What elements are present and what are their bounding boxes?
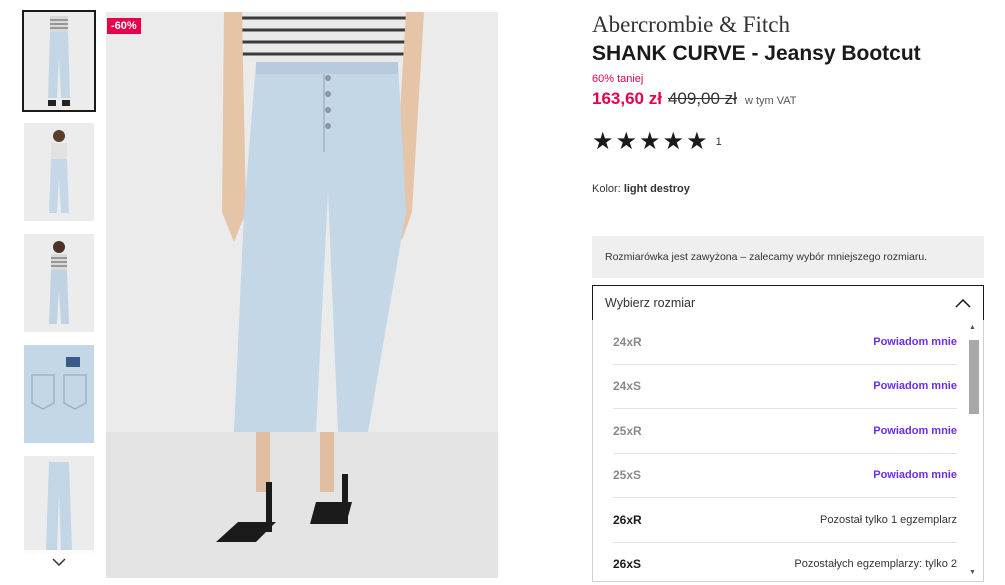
size-dropdown-list: 24xR Powiadom mnie 24xS Powiadom mnie 25… <box>592 320 984 582</box>
stock-info: Pozostał tylko 1 egzemplarz <box>820 513 957 526</box>
size-notice: Rozmiarówka jest zawyżona – zalecamy wyb… <box>592 236 984 278</box>
rating-count: 1 <box>715 136 722 148</box>
size-option[interactable]: 25xR Powiadom mnie <box>613 409 957 454</box>
thumbnail-1[interactable] <box>22 10 96 112</box>
size-option[interactable]: 26xS Pozostałych egzemplarzy: tylko 2 <box>613 543 957 582</box>
size-label: 25xS <box>613 468 642 483</box>
color-label: Kolor: <box>592 183 621 195</box>
price-row: 163,60 zł 409,00 zł w tym VAT <box>592 89 797 109</box>
discount-text: 60% taniej <box>592 73 644 85</box>
size-option[interactable]: 25xS Powiadom mnie <box>613 454 957 498</box>
size-option[interactable]: 26xR Pozostał tylko 1 egzemplarz <box>613 498 957 543</box>
size-label: 24xR <box>613 334 642 349</box>
current-price: 163,60 zł <box>592 89 662 108</box>
thumbnail-5[interactable] <box>24 456 94 554</box>
star-icon: ★ <box>592 128 614 155</box>
size-label: 26xS <box>613 557 642 572</box>
thumbnail-2[interactable] <box>24 123 94 221</box>
size-select[interactable]: Wybierz rozmiar <box>592 285 984 321</box>
thumbnail-4[interactable] <box>24 345 94 443</box>
thumbnails-scroll-down-button[interactable] <box>24 550 94 574</box>
size-label: 24xS <box>613 379 642 394</box>
star-icon: ★ <box>686 128 708 155</box>
star-icon: ★ <box>639 128 661 155</box>
size-select-placeholder: Wybierz rozmiar <box>605 296 696 310</box>
rating[interactable]: ★ ★ ★ ★ ★ 1 <box>592 130 722 154</box>
size-option[interactable]: 24xR Powiadom mnie <box>613 320 957 365</box>
scrollbar-thumb[interactable] <box>969 340 979 414</box>
star-icon: ★ <box>615 128 638 155</box>
color-value: light destroy <box>623 183 690 195</box>
vat-note: w tym VAT <box>744 95 797 107</box>
notify-me-link[interactable]: Powiadom mnie <box>873 425 957 437</box>
brand-name[interactable]: Abercrombie & Fitch <box>592 12 790 38</box>
main-product-image[interactable] <box>106 12 498 578</box>
stock-info: Pozostałych egzemplarzy: tylko 2 <box>794 558 957 571</box>
chevron-down-icon <box>52 558 66 566</box>
thumbnail-3[interactable] <box>24 234 94 332</box>
product-title: SHANK CURVE - Jeansy Bootcut <box>592 42 921 65</box>
color-info: Kolor: light destroy <box>592 183 690 195</box>
scroll-up-arrow-icon[interactable]: ▲ <box>969 324 976 331</box>
size-label: 25xR <box>613 423 642 438</box>
size-option[interactable]: 24xS Powiadom mnie <box>613 365 957 409</box>
chevron-up-icon <box>955 298 971 308</box>
notify-me-link[interactable]: Powiadom mnie <box>873 469 957 481</box>
size-label: 26xR <box>613 512 642 527</box>
dropdown-scrollbar[interactable]: ▲ ▼ <box>966 322 980 578</box>
notify-me-link[interactable]: Powiadom mnie <box>873 336 957 348</box>
discount-badge: -60% <box>107 18 141 34</box>
scroll-down-arrow-icon[interactable]: ▼ <box>969 569 976 576</box>
notify-me-link[interactable]: Powiadom mnie <box>873 380 957 392</box>
original-price: 409,00 zł <box>667 89 737 108</box>
star-icon: ★ <box>662 128 685 155</box>
